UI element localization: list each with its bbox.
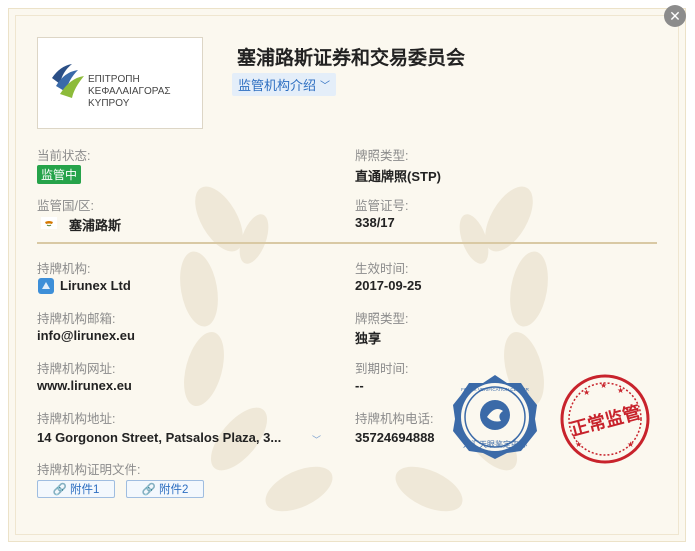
docs-label: 持牌机构证明文件: xyxy=(37,463,141,477)
svg-text:★: ★ xyxy=(617,386,624,395)
license-kind-label: 牌照类型: xyxy=(355,312,409,326)
logo-text-line1: ΕΠΙΤΡΟΠΗ xyxy=(88,74,140,85)
svg-text:★: ★ xyxy=(575,440,582,449)
website-value: www.lirunex.eu xyxy=(37,378,132,393)
normal-regulation-seal: ★ ★ ★ ★ ★ 正常监管 xyxy=(560,374,650,464)
svg-text:★: ★ xyxy=(600,381,607,390)
link-icon: 🔗 xyxy=(141,484,156,496)
close-button[interactable]: ✕ xyxy=(664,5,686,27)
forex-verification-seal: 外汇天眼鉴定中心 FOREX VERIFICATION CENTER xyxy=(453,375,537,459)
effective-value: 2017-09-25 xyxy=(355,278,422,293)
normal-regulation-seal-text: 正常监管 xyxy=(568,401,643,441)
attachment-2-label: 附件2 xyxy=(158,484,189,496)
page-title: 塞浦路斯证券和交易委员会 xyxy=(237,48,466,69)
attachment-2-button[interactable]: 🔗 附件2 xyxy=(126,480,204,498)
license-card: ΕΠΙΤΡΟΠΗ ΚΕΦΑΛΑΙΑΓΟΡΑΣ ΚΥΠΡΟΥ 塞浦路斯证券和交易委… xyxy=(8,8,686,542)
phone-label: 持牌机构电话: xyxy=(355,412,434,426)
region-label: 监管国/区: xyxy=(37,199,94,213)
effective-label: 生效时间: xyxy=(355,262,409,276)
attachment-1-button[interactable]: 🔗 附件1 xyxy=(37,480,115,498)
chevron-down-icon: ﹀ xyxy=(320,81,331,92)
license-kind-value: 独享 xyxy=(355,331,382,346)
region-value: 塞浦路斯 xyxy=(69,218,122,233)
holder-value[interactable]: Lirunex Ltd xyxy=(60,278,131,293)
holder-label: 持牌机构: xyxy=(37,262,91,276)
reg-no-label: 监管证号: xyxy=(355,199,409,213)
expiry-label: 到期时间: xyxy=(355,362,409,376)
section-divider xyxy=(37,242,657,244)
website-label: 持牌机构网址: xyxy=(37,362,116,376)
forex-seal-top-text: FOREX VERIFICATION CENTER xyxy=(461,387,529,392)
regulator-logo: ΕΠΙΤΡΟΠΗ ΚΕΦΑΛΑΙΑΓΟΡΑΣ ΚΥΠΡΟΥ xyxy=(37,37,203,129)
regulator-logo-mark: ΕΠΙΤΡΟΠΗ ΚΕΦΑΛΑΙΑΓΟΡΑΣ ΚΥΠΡΟΥ xyxy=(52,64,171,109)
cyprus-flag-icon xyxy=(41,217,57,229)
attachment-1-label: 附件1 xyxy=(69,484,100,496)
email-label: 持牌机构邮箱: xyxy=(37,312,116,326)
logo-text-line2: ΚΕΦΑΛΑΙΑΓΟΡΑΣ xyxy=(88,86,171,97)
lirunex-logo-icon xyxy=(38,278,54,294)
svg-text:★: ★ xyxy=(627,440,634,449)
reg-no-value: 338/17 xyxy=(355,215,395,230)
address-value: 14 Gorgonon Street, Patsalos Plaza, 3... xyxy=(37,430,282,445)
svg-text:★: ★ xyxy=(583,388,590,397)
logo-text-line3: ΚΥΠΡΟΥ xyxy=(88,98,130,109)
status-badge: 监管中 xyxy=(37,165,82,184)
email-value: info@lirunex.eu xyxy=(37,328,135,343)
regulator-intro-dropdown[interactable]: 监管机构介绍 ﹀ xyxy=(232,73,337,96)
address-expand-chevron-icon[interactable]: ﹀ xyxy=(312,433,321,446)
forex-seal-bottom-text: 外汇天眼鉴定中心 xyxy=(463,439,527,449)
status-label: 当前状态: xyxy=(37,149,91,163)
license-type-label: 牌照类型: xyxy=(355,149,409,163)
address-label: 持牌机构地址: xyxy=(37,412,116,426)
expiry-value: -- xyxy=(355,378,364,393)
phone-value: 35724694888 xyxy=(355,430,435,445)
link-icon: 🔗 xyxy=(52,484,67,496)
license-type-value: 直通牌照(STP) xyxy=(355,169,441,184)
regulator-intro-label: 监管机构介绍 xyxy=(238,78,317,93)
close-icon: ✕ xyxy=(669,8,681,24)
